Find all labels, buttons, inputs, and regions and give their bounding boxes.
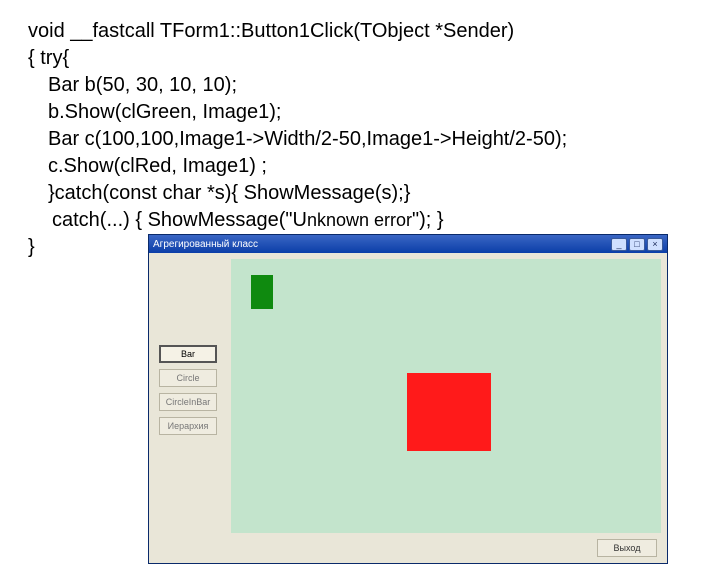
image-canvas bbox=[231, 259, 661, 533]
window-controls: _ □ × bbox=[611, 238, 663, 251]
circle-button[interactable]: Circle bbox=[159, 369, 217, 387]
code-line: Bar c(100,100,Image1->Width/2-50,Image1-… bbox=[28, 126, 692, 153]
maximize-icon[interactable]: □ bbox=[629, 238, 645, 251]
circleinbar-button[interactable]: CircleInBar bbox=[159, 393, 217, 411]
red-bar bbox=[407, 373, 491, 451]
code-line: void __fastcall TForm1::Button1Click(TOb… bbox=[28, 18, 692, 45]
code-line: }catch(const char *s){ ShowMessage(s);} bbox=[28, 180, 692, 207]
green-bar bbox=[251, 275, 273, 309]
code-line: { try{ bbox=[28, 45, 692, 72]
code-line: catch(...) { ShowMessage("Unknown error"… bbox=[28, 207, 692, 234]
titlebar: Агрегированный класс _ □ × bbox=[149, 235, 667, 253]
code-closing-brace: } bbox=[28, 234, 148, 259]
code-block: void __fastcall TForm1::Button1Click(TOb… bbox=[28, 18, 692, 234]
minimize-icon[interactable]: _ bbox=[611, 238, 627, 251]
hierarchy-button[interactable]: Иерархия bbox=[159, 417, 217, 435]
window-title: Агрегированный класс bbox=[153, 239, 611, 250]
code-line: c.Show(clRed, Image1) ; bbox=[28, 153, 692, 180]
bar-button[interactable]: Bar bbox=[159, 345, 217, 363]
app-window: Агрегированный класс _ □ × Bar Circle Ci… bbox=[148, 234, 668, 564]
side-button-panel: Bar Circle CircleInBar Иерархия bbox=[159, 345, 217, 435]
exit-button[interactable]: Выход bbox=[597, 539, 657, 557]
code-line: b.Show(clGreen, Image1); bbox=[28, 99, 692, 126]
close-icon[interactable]: × bbox=[647, 238, 663, 251]
window-body: Bar Circle CircleInBar Иерархия Выход bbox=[149, 253, 667, 563]
code-line: Bar b(50, 30, 10, 10); bbox=[28, 72, 692, 99]
